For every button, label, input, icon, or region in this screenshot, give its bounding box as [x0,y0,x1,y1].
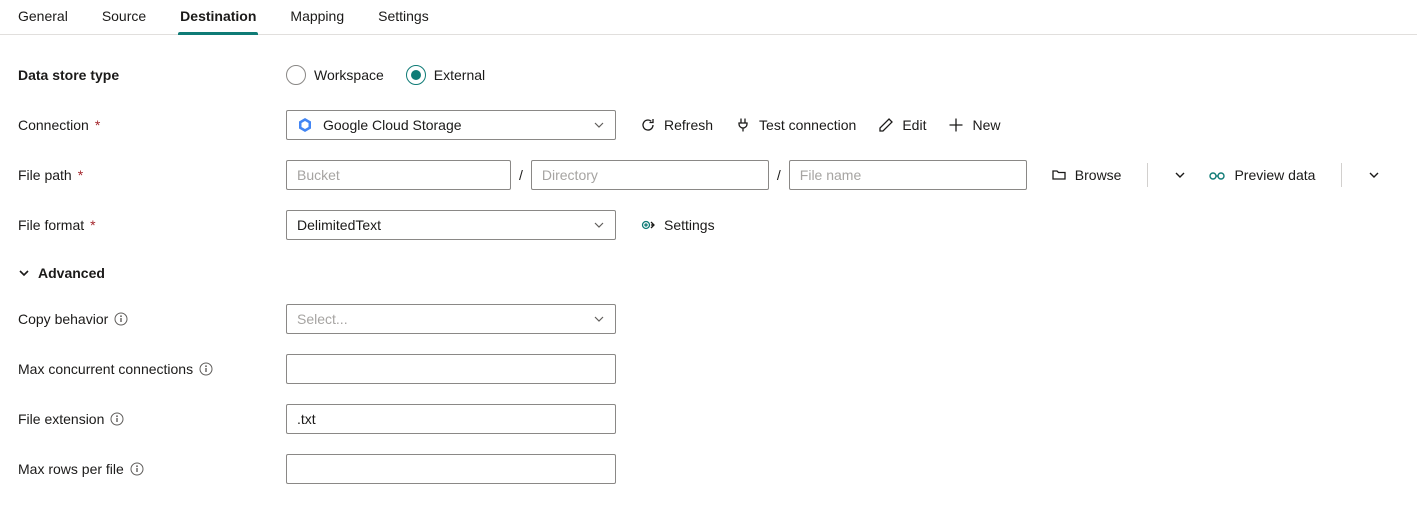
path-separator: / [769,167,789,183]
tabs-bar: General Source Destination Mapping Setti… [0,0,1417,35]
label-copy-behavior: Copy behavior [18,311,108,327]
required-indicator: * [78,167,83,183]
tab-settings[interactable]: Settings [378,8,429,34]
edit-button[interactable]: Edit [878,117,926,133]
label-file-path: File path [18,167,72,183]
divider [1341,163,1342,187]
test-connection-label: Test connection [759,117,856,133]
radio-external-label: External [434,67,485,83]
file-format-select[interactable]: DelimitedText [286,210,616,240]
tab-general[interactable]: General [18,8,68,34]
radio-external[interactable]: External [406,65,485,85]
label-file-extension: File extension [18,411,104,427]
data-store-type-radiogroup: Workspace External [286,65,485,85]
format-settings-label: Settings [664,217,715,233]
label-max-concurrent: Max concurrent connections [18,361,193,377]
format-settings-button[interactable]: Settings [640,217,715,233]
copy-behavior-placeholder: Select... [297,311,348,327]
connection-select[interactable]: Google Cloud Storage [286,110,616,140]
label-connection: Connection [18,117,89,133]
browse-label: Browse [1075,167,1122,183]
radio-icon [406,65,426,85]
path-separator: / [511,167,531,183]
pencil-icon [878,117,894,133]
info-icon[interactable] [110,412,124,426]
preview-dropdown[interactable] [1368,169,1380,181]
directory-input[interactable] [531,160,769,190]
glasses-icon [1208,167,1226,183]
info-icon[interactable] [199,362,213,376]
plug-icon [735,117,751,133]
plus-icon [948,117,964,133]
label-max-rows-per-file: Max rows per file [18,461,124,477]
test-connection-button[interactable]: Test connection [735,117,856,133]
filename-input[interactable] [789,160,1027,190]
chevron-down-icon [18,267,30,279]
gcs-service-icon [297,117,313,133]
info-icon[interactable] [114,312,128,326]
connection-value: Google Cloud Storage [323,117,462,133]
file-extension-input[interactable] [286,404,616,434]
browse-dropdown[interactable] [1174,169,1186,181]
refresh-label: Refresh [664,117,713,133]
label-file-format: File format [18,217,84,233]
refresh-button[interactable]: Refresh [640,117,713,133]
radio-workspace-label: Workspace [314,67,384,83]
label-data-store-type: Data store type [18,67,119,83]
chevron-down-icon [1368,169,1380,181]
bucket-input[interactable] [286,160,511,190]
edit-label: Edit [902,117,926,133]
refresh-icon [640,117,656,133]
required-indicator: * [90,217,95,233]
tab-mapping[interactable]: Mapping [290,8,344,34]
advanced-label: Advanced [38,265,105,281]
advanced-toggle[interactable]: Advanced [18,259,1417,281]
info-icon[interactable] [130,462,144,476]
divider [1147,163,1148,187]
file-format-value: DelimitedText [297,217,381,233]
tab-source[interactable]: Source [102,8,146,34]
preview-data-label: Preview data [1234,167,1315,183]
gear-arrow-icon [640,217,656,233]
preview-data-button[interactable]: Preview data [1208,167,1315,183]
new-label: New [972,117,1000,133]
max-rows-input[interactable] [286,454,616,484]
copy-behavior-select[interactable]: Select... [286,304,616,334]
tab-destination[interactable]: Destination [180,8,256,34]
chevron-down-icon [1174,169,1186,181]
browse-button[interactable]: Browse [1051,167,1122,183]
radio-icon [286,65,306,85]
folder-icon [1051,167,1067,183]
radio-workspace[interactable]: Workspace [286,65,384,85]
chevron-down-icon [593,219,605,231]
max-concurrent-input[interactable] [286,354,616,384]
chevron-down-icon [593,119,605,131]
required-indicator: * [95,117,100,133]
new-button[interactable]: New [948,117,1000,133]
chevron-down-icon [593,313,605,325]
